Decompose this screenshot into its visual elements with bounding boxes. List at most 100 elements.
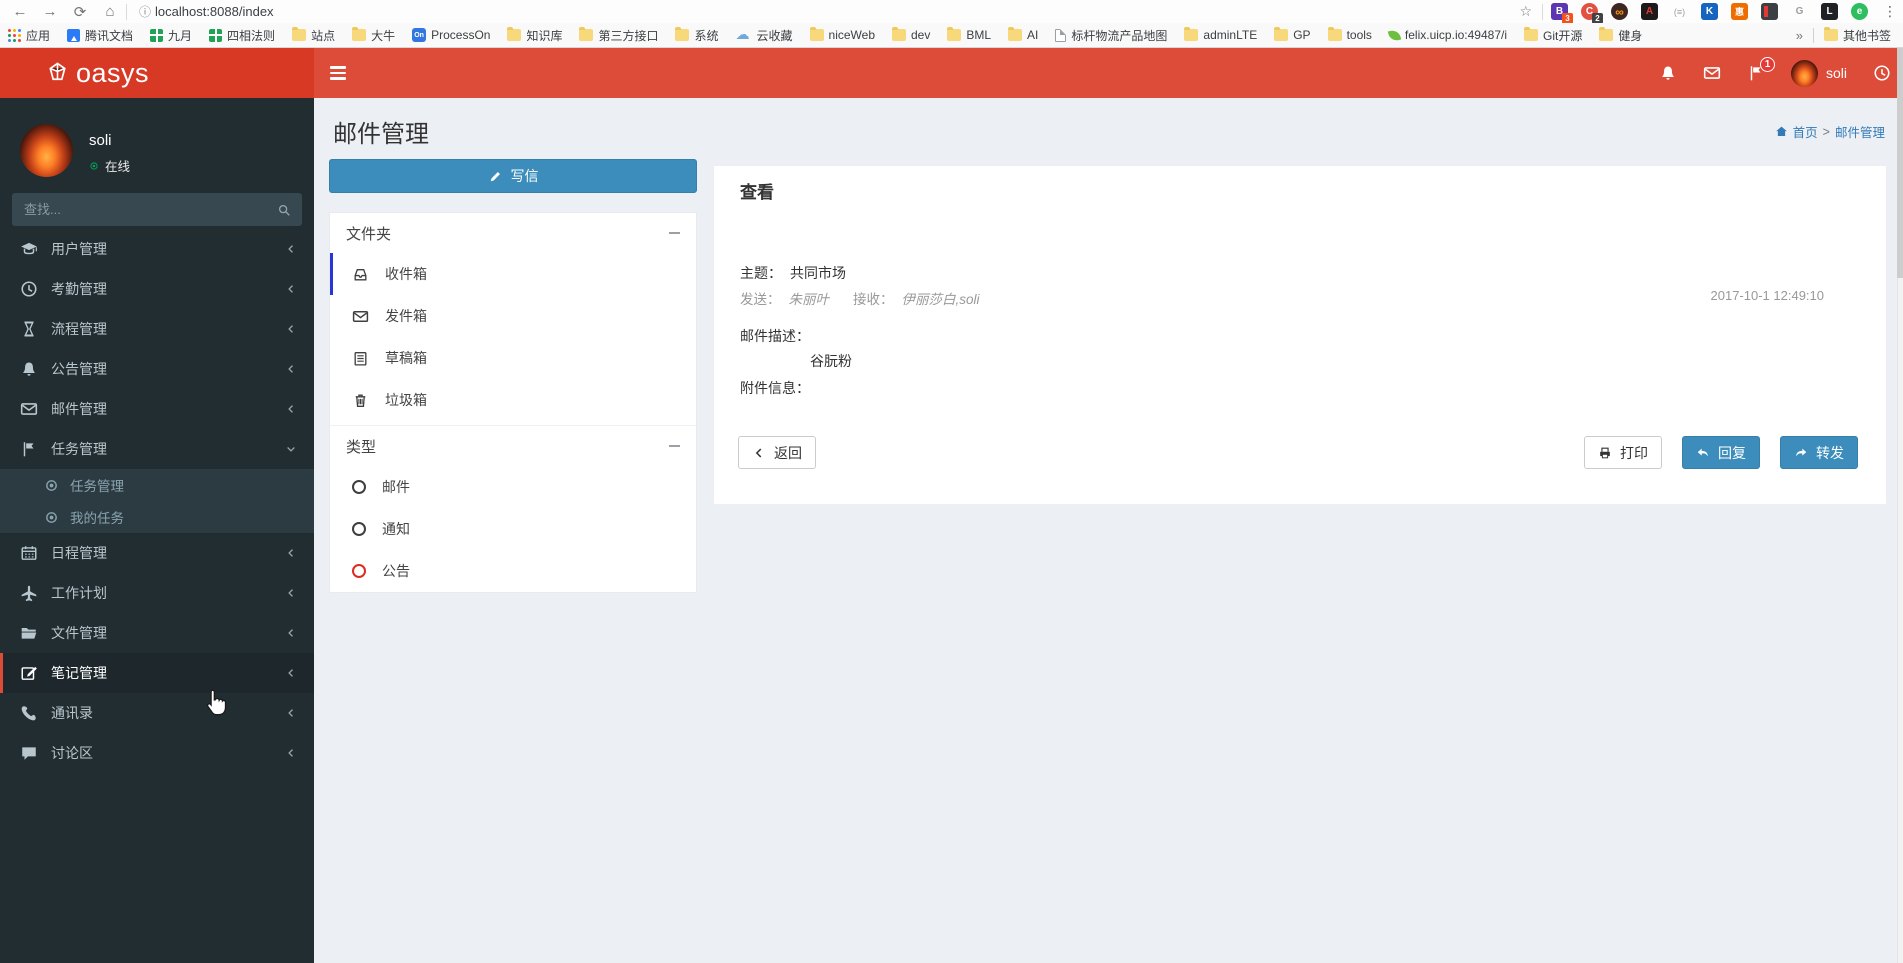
scrollbar-thumb[interactable] xyxy=(1897,48,1903,278)
forward-button[interactable]: 转发 xyxy=(1780,436,1858,469)
type-announcement[interactable]: 公告 xyxy=(330,550,696,592)
breadcrumb-home-link[interactable]: 首页 xyxy=(1793,122,1818,141)
extension-icon[interactable]: (≡) xyxy=(1671,3,1688,20)
messages-envelope-icon[interactable] xyxy=(1703,64,1721,82)
collapse-minus-icon[interactable] xyxy=(669,445,680,447)
bookmark-item[interactable]: 四相法则 xyxy=(209,27,275,44)
sidebar-item-notes[interactable]: 笔记管理 xyxy=(0,653,314,693)
folder-icon xyxy=(675,27,690,41)
sidebar-item-contacts[interactable]: 通讯录 xyxy=(0,693,314,733)
bookmark-label: 腾讯文档 xyxy=(85,28,134,43)
bookmark-folder[interactable]: Git开源 xyxy=(1524,27,1582,44)
bookmark-folder[interactable]: 站点 xyxy=(292,27,335,44)
sidebar-item-files[interactable]: 文件管理 xyxy=(0,613,314,653)
sidebar-item-attendance[interactable]: 考勤管理 xyxy=(0,269,314,309)
tasks-flag-icon[interactable]: 1 xyxy=(1747,56,1775,82)
from-value: 朱丽叶 xyxy=(788,292,830,307)
chevron-left-icon xyxy=(285,667,297,679)
breadcrumb-current[interactable]: 邮件管理 xyxy=(1835,122,1885,141)
extension-icon[interactable]: B3 xyxy=(1551,3,1573,24)
page-info-icon[interactable]: ⓘ xyxy=(139,3,151,20)
bookmark-folder[interactable]: dev xyxy=(892,27,930,42)
bookmark-item[interactable]: ProcessOn xyxy=(412,28,490,42)
avatar xyxy=(1790,59,1818,87)
reply-button[interactable]: 回复 xyxy=(1682,436,1760,469)
phone-icon xyxy=(20,704,38,722)
bookmark-item[interactable]: 九月 xyxy=(150,27,192,44)
bookmark-apps[interactable]: 应用 xyxy=(8,27,50,44)
bookmarks-overflow-icon[interactable]: » xyxy=(1796,28,1803,43)
type-mail[interactable]: 邮件 xyxy=(330,466,696,508)
extension-icon[interactable] xyxy=(1761,3,1778,20)
bookmark-label: 其他书签 xyxy=(1842,28,1891,43)
extension-icon[interactable]: A xyxy=(1641,3,1658,20)
bookmark-folder[interactable]: 健身 xyxy=(1599,27,1642,44)
extension-icon[interactable]: 惠 xyxy=(1731,3,1748,20)
bookmark-folder[interactable]: adminLTE xyxy=(1184,27,1257,42)
control-sidebar-clock-icon[interactable] xyxy=(1873,64,1891,82)
sidebar-item-schedule[interactable]: 日程管理 xyxy=(0,533,314,573)
collapse-minus-icon[interactable] xyxy=(669,232,680,234)
bookmark-item[interactable]: felix.uicp.io:49487/i xyxy=(1387,28,1507,42)
bookmark-folder[interactable]: 知识库 xyxy=(507,27,562,44)
bookmark-item[interactable]: 云收藏 xyxy=(736,27,793,44)
sidebar-item-announcement[interactable]: 公告管理 xyxy=(0,349,314,389)
bookmark-item[interactable]: 标杆物流产品地图 xyxy=(1055,27,1167,44)
reload-icon[interactable]: ⟳ xyxy=(70,3,90,21)
bookmark-folder[interactable]: BML xyxy=(947,27,991,42)
folder-sent[interactable]: 发件箱 xyxy=(330,295,696,337)
bookmark-folder[interactable]: tools xyxy=(1327,27,1372,42)
sidebar-item-process[interactable]: 流程管理 xyxy=(0,309,314,349)
user-menu[interactable]: soli xyxy=(1790,59,1847,87)
folder-trash[interactable]: 垃圾箱 xyxy=(330,379,696,421)
sidebar-item-label: 任务管理 xyxy=(51,441,107,457)
sidebar-item-mail[interactable]: 邮件管理 xyxy=(0,389,314,429)
forward-icon[interactable]: → xyxy=(40,3,60,20)
sidebar-item-tasks[interactable]: 任务管理 xyxy=(0,429,314,469)
sidebar-subitem-task-management[interactable]: 任务管理 xyxy=(0,469,314,501)
folder-label: 发件箱 xyxy=(385,308,427,324)
compose-label: 写信 xyxy=(510,168,539,184)
sidebar-item-work-plan[interactable]: 工作计划 xyxy=(0,573,314,613)
sidebar-toggle-button[interactable] xyxy=(330,63,348,83)
browser-menu-icon[interactable]: ⋮ xyxy=(1883,3,1897,20)
sidebar-item-forum[interactable]: 讨论区 xyxy=(0,733,314,773)
extension-icon[interactable]: C2 xyxy=(1581,3,1603,24)
folder-inbox[interactable]: 收件箱 xyxy=(330,253,696,295)
bookmark-folder[interactable]: GP xyxy=(1274,27,1311,42)
bookmark-folder[interactable]: 大牛 xyxy=(352,27,395,44)
reply-label: 回复 xyxy=(1718,444,1746,461)
other-bookmarks[interactable]: 其他书签 xyxy=(1823,27,1891,44)
extension-icon[interactable]: ∞ xyxy=(1611,3,1628,20)
bookmark-folder[interactable]: niceWeb xyxy=(809,27,875,42)
sidebar-item-users[interactable]: 用户管理 xyxy=(0,229,314,269)
description-label: 邮件描述： xyxy=(740,328,810,344)
plane-icon xyxy=(20,584,38,602)
bookmark-label: niceWeb xyxy=(828,28,875,42)
search-input[interactable] xyxy=(12,193,266,226)
back-button[interactable]: 返回 xyxy=(738,436,816,469)
extension-icon[interactable]: G xyxy=(1791,3,1808,20)
extension-icon[interactable]: e xyxy=(1851,3,1868,20)
bookmark-folder[interactable]: 系统 xyxy=(675,27,719,44)
folder-drafts[interactable]: 草稿箱 xyxy=(330,337,696,379)
compose-button[interactable]: 写信 xyxy=(329,159,697,193)
address-bar[interactable]: localhost:8088/index xyxy=(155,4,274,19)
home-icon[interactable]: ⌂ xyxy=(100,3,120,20)
notifications-bell-icon[interactable] xyxy=(1659,64,1677,82)
print-button[interactable]: 打印 xyxy=(1584,436,1662,469)
search-button[interactable] xyxy=(266,193,302,226)
bookmark-item[interactable]: 腾讯文档 xyxy=(67,27,133,44)
extension-icon[interactable]: K xyxy=(1701,3,1718,20)
sidebar-item-label: 邮件管理 xyxy=(51,401,107,417)
sidebar-subitem-my-tasks[interactable]: 我的任务 xyxy=(0,501,314,533)
brand-logo[interactable]: oasys xyxy=(0,48,314,98)
bookmark-folder[interactable]: AI xyxy=(1008,27,1038,42)
user-status[interactable]: 在线 xyxy=(89,156,130,175)
extension-icon[interactable]: L xyxy=(1821,3,1838,20)
subject-value: 共同市场 xyxy=(790,265,846,281)
type-notice[interactable]: 通知 xyxy=(330,508,696,550)
back-icon[interactable]: ← xyxy=(10,3,30,20)
bookmark-star-icon[interactable]: ☆ xyxy=(1519,3,1532,20)
bookmark-folder[interactable]: 第三方接口 xyxy=(579,27,658,44)
